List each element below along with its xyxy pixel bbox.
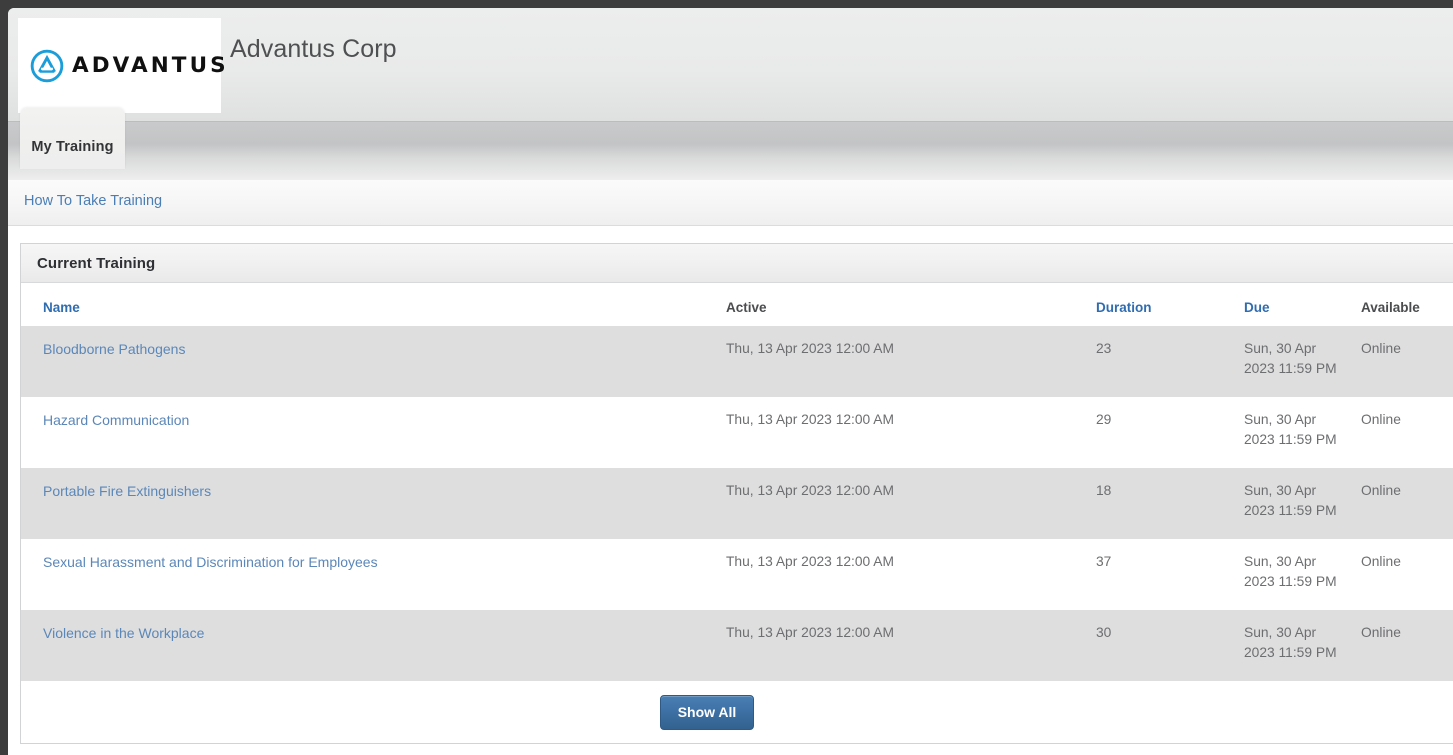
cell-available: Online: [1353, 539, 1453, 610]
table-row: Violence in the Workplace Thu, 13 Apr 20…: [21, 610, 1453, 681]
column-header-active[interactable]: Active: [718, 290, 1088, 326]
logo-wordmark: ADVANTUS: [72, 52, 229, 78]
column-header-name[interactable]: Name: [21, 290, 718, 326]
training-table: Name Active Duration Due Available Blood…: [21, 290, 1453, 681]
column-header-active-label: Active: [726, 300, 767, 315]
browser-viewport: ADVANTUS Advantus Corp My Training How T…: [0, 0, 1453, 755]
breadcrumb: How To Take Training: [8, 180, 1453, 226]
panel-title: Current Training: [37, 254, 156, 272]
cell-due: Sun, 30 Apr 2023 11:59 PM: [1236, 326, 1353, 397]
page-title: Advantus Corp: [230, 35, 397, 63]
cell-active: Thu, 13 Apr 2023 12:00 AM: [718, 468, 1088, 539]
cell-name: Bloodborne Pathogens: [21, 326, 718, 397]
how-to-take-training-link[interactable]: How To Take Training: [24, 193, 162, 209]
course-link[interactable]: Sexual Harassment and Discrimination for…: [43, 554, 378, 570]
tab-my-training[interactable]: My Training: [20, 108, 125, 169]
masthead: ADVANTUS Advantus Corp: [8, 8, 1453, 121]
cell-active: Thu, 13 Apr 2023 12:00 AM: [718, 397, 1088, 468]
page-root: ADVANTUS Advantus Corp My Training How T…: [8, 8, 1453, 755]
panel-body: Name Active Duration Due Available Blood…: [21, 290, 1453, 743]
cell-duration: 23: [1088, 326, 1236, 397]
table-row: Sexual Harassment and Discrimination for…: [21, 539, 1453, 610]
cell-name: Sexual Harassment and Discrimination for…: [21, 539, 718, 610]
table-header-row: Name Active Duration Due Available: [21, 290, 1453, 326]
column-header-duration[interactable]: Duration: [1088, 290, 1236, 326]
tab-strip: My Training: [8, 108, 1453, 180]
content-area: Current Training Name Active Duration Du…: [8, 226, 1453, 744]
cell-duration: 29: [1088, 397, 1236, 468]
advantus-circle-a-logo-icon: [29, 48, 65, 84]
cell-active: Thu, 13 Apr 2023 12:00 AM: [718, 610, 1088, 681]
cell-available: Online: [1353, 468, 1453, 539]
cell-available: Online: [1353, 397, 1453, 468]
cell-due: Sun, 30 Apr 2023 11:59 PM: [1236, 468, 1353, 539]
cell-duration: 30: [1088, 610, 1236, 681]
show-all-button[interactable]: Show All: [659, 694, 755, 730]
column-header-available-label: Available: [1361, 300, 1420, 315]
course-link[interactable]: Portable Fire Extinguishers: [43, 483, 211, 499]
cell-due: Sun, 30 Apr 2023 11:59 PM: [1236, 610, 1353, 681]
column-header-name-label: Name: [43, 300, 80, 315]
table-row: Bloodborne Pathogens Thu, 13 Apr 2023 12…: [21, 326, 1453, 397]
panel-header: Current Training: [21, 244, 1453, 283]
course-link[interactable]: Bloodborne Pathogens: [43, 341, 185, 357]
cell-due: Sun, 30 Apr 2023 11:59 PM: [1236, 397, 1353, 468]
panel-footer: Show All: [21, 681, 1453, 743]
column-header-duration-label: Duration: [1096, 300, 1152, 315]
training-table-body: Bloodborne Pathogens Thu, 13 Apr 2023 12…: [21, 326, 1453, 681]
course-link[interactable]: Hazard Communication: [43, 412, 189, 428]
cell-name: Violence in the Workplace: [21, 610, 718, 681]
table-row: Portable Fire Extinguishers Thu, 13 Apr …: [21, 468, 1453, 539]
cell-name: Hazard Communication: [21, 397, 718, 468]
cell-duration: 37: [1088, 539, 1236, 610]
column-header-due[interactable]: Due: [1236, 290, 1353, 326]
column-header-available[interactable]: Available: [1353, 290, 1453, 326]
company-logo[interactable]: ADVANTUS: [18, 18, 226, 113]
course-link[interactable]: Violence in the Workplace: [43, 625, 204, 641]
cell-duration: 18: [1088, 468, 1236, 539]
cell-available: Online: [1353, 610, 1453, 681]
column-header-due-label: Due: [1244, 300, 1270, 315]
tab-my-training-label: My Training: [31, 138, 114, 155]
cell-active: Thu, 13 Apr 2023 12:00 AM: [718, 326, 1088, 397]
cell-available: Online: [1353, 326, 1453, 397]
cell-active: Thu, 13 Apr 2023 12:00 AM: [718, 539, 1088, 610]
table-row: Hazard Communication Thu, 13 Apr 2023 12…: [21, 397, 1453, 468]
cell-due: Sun, 30 Apr 2023 11:59 PM: [1236, 539, 1353, 610]
cell-name: Portable Fire Extinguishers: [21, 468, 718, 539]
current-training-panel: Current Training Name Active Duration Du…: [20, 243, 1453, 744]
